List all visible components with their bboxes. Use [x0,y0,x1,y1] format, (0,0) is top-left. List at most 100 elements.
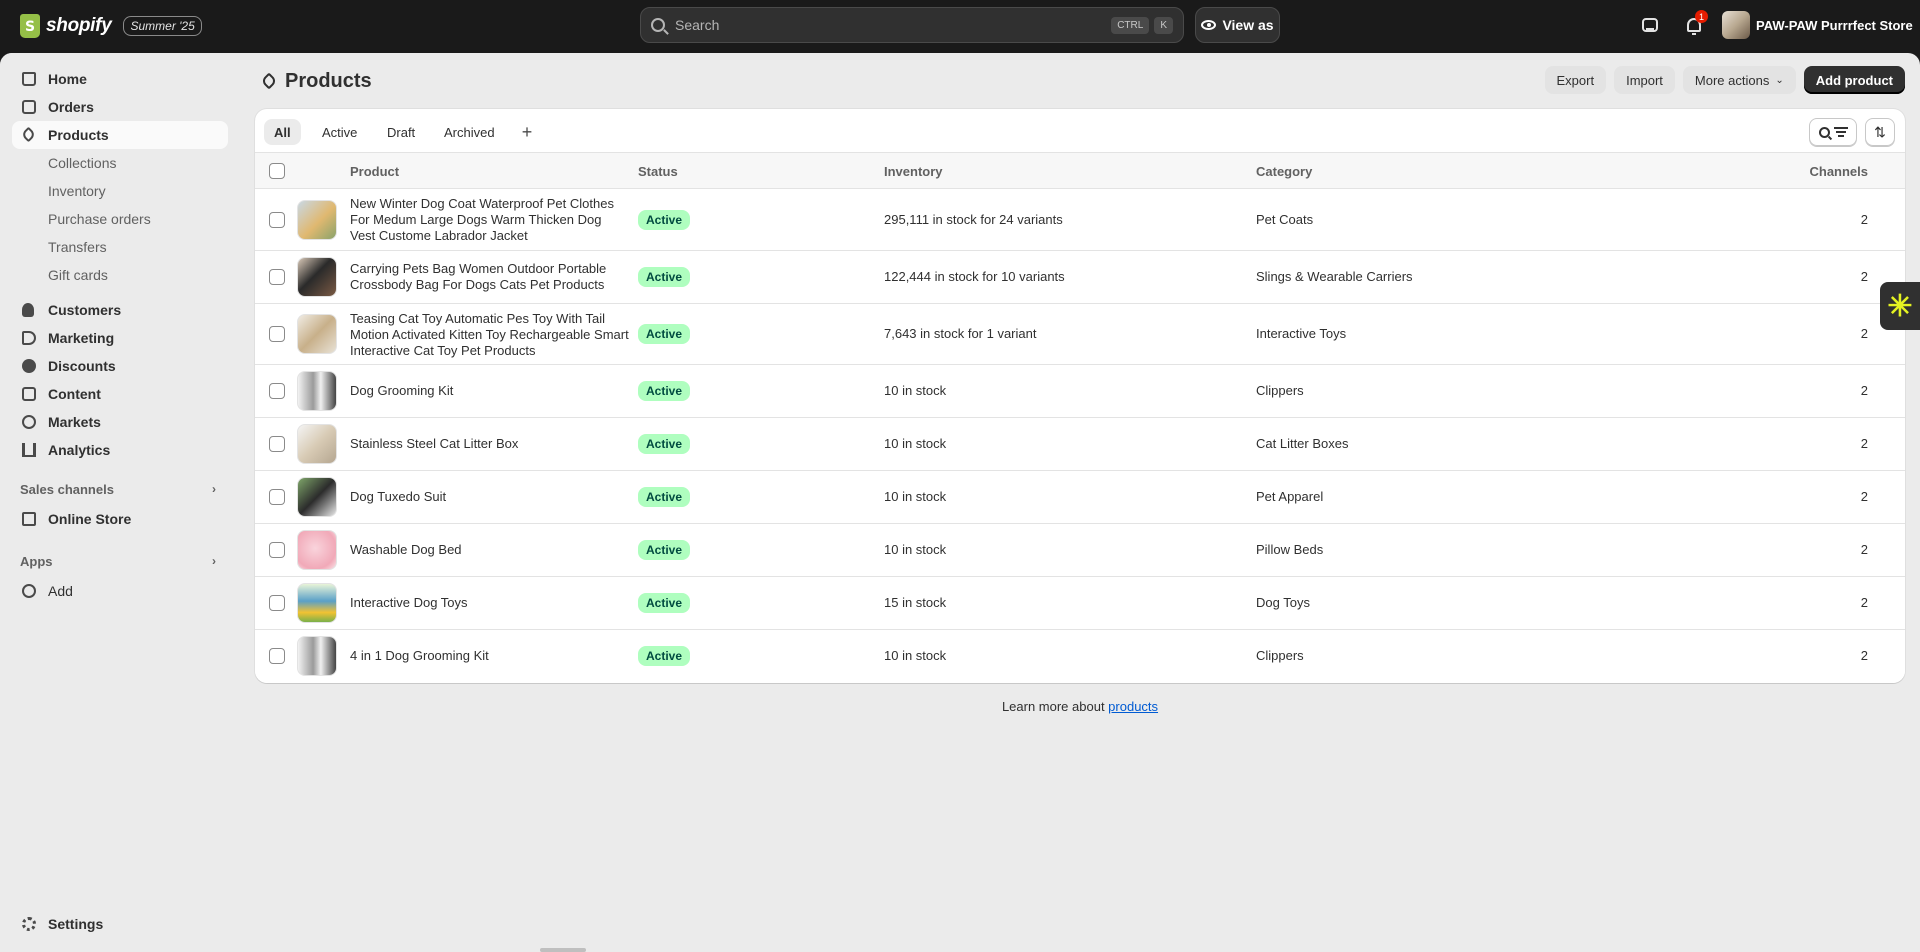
product-name[interactable]: Interactive Dog Toys [350,595,630,611]
column-header-inventory[interactable]: Inventory [884,164,943,179]
view-as-button[interactable]: View as [1195,7,1280,43]
row-checkbox[interactable] [269,489,285,505]
category-text: Pet Coats [1256,212,1314,227]
sidebar-item-label: Products [48,127,109,143]
row-checkbox[interactable] [269,436,285,452]
sidebar-item-analytics[interactable]: Analytics [12,436,228,464]
inventory-text: 10 in stock [884,383,947,398]
sidebar-item-gift-cards[interactable]: Gift cards [12,261,228,289]
search-icon [651,18,665,32]
products-help-link[interactable]: products [1108,699,1158,714]
sidebar-item-customers[interactable]: Customers [12,296,228,324]
section-label: Apps [20,554,53,569]
sort-button[interactable]: ⇅ [1865,118,1895,146]
table-row[interactable]: Interactive Dog Toys Active 15 in stock … [255,577,1905,630]
sidebar-item-transfers[interactable]: Transfers [12,233,228,261]
sidebar-item-label: Analytics [48,442,111,458]
sidebar-item-marketing[interactable]: Marketing [12,324,228,352]
more-actions-button[interactable]: More actions ⌄ [1682,66,1796,94]
sidebar-item-inventory[interactable]: Inventory [12,177,228,205]
table-row[interactable]: Washable Dog Bed Active 10 in stock Pill… [255,524,1905,577]
row-checkbox[interactable] [269,542,285,558]
sidebar-item-content[interactable]: Content [12,380,228,408]
column-header-product[interactable]: Product [350,164,399,179]
product-thumbnail [297,371,337,411]
sidebar-item-markets[interactable]: Markets [12,408,228,436]
table-row[interactable]: Dog Grooming Kit Active 10 in stock Clip… [255,365,1905,418]
export-button[interactable]: Export [1544,66,1607,94]
orders-icon [22,100,36,114]
sidebar-item-products[interactable]: Products [12,121,228,149]
sidebar-item-home[interactable]: Home [12,65,228,93]
search-filter-button[interactable] [1809,118,1857,146]
shortcut-key-ctrl: CTRL [1111,16,1150,34]
sidebar-item-settings[interactable]: Settings [12,910,228,938]
sidebar-item-discounts[interactable]: Discounts [12,352,228,380]
tab-archived[interactable]: Archived [434,119,505,145]
sales-channels-section[interactable]: Sales channels › [20,482,216,497]
scroll-indicator [540,948,586,952]
search-input[interactable] [675,17,1107,33]
product-name[interactable]: Teasing Cat Toy Automatic Pes Toy With T… [350,311,630,359]
products-card: All Active Draft Archived + ⇅ Product St… [255,109,1905,683]
apps-section[interactable]: Apps › [20,554,216,569]
search-bar[interactable]: CTRL K [640,7,1184,43]
product-name[interactable]: Carrying Pets Bag Women Outdoor Portable… [350,261,630,293]
sidebar-item-purchase-orders[interactable]: Purchase orders [12,205,228,233]
column-header-category[interactable]: Category [1256,164,1312,179]
row-checkbox[interactable] [269,648,285,664]
table-row[interactable]: New Winter Dog Coat Waterproof Pet Cloth… [255,189,1905,251]
assistant-widget[interactable]: ✳ [1880,282,1920,330]
chevron-right-icon: › [212,554,216,568]
store-menu[interactable]: PAW-PAW Purrrfect Store [1722,11,1913,39]
sidebar-item-label: Add [48,583,73,599]
row-checkbox[interactable] [269,212,285,228]
column-header-status[interactable]: Status [638,164,678,179]
sparkle-icon: ✳ [1887,289,1913,323]
category-text: Pillow Beds [1256,542,1324,557]
table-row[interactable]: Teasing Cat Toy Automatic Pes Toy With T… [255,304,1905,365]
category-text: Slings & Wearable Carriers [1256,269,1413,284]
table-row[interactable]: 4 in 1 Dog Grooming Kit Active 10 in sto… [255,630,1905,683]
analytics-icon [22,443,36,457]
sidebar-item-orders[interactable]: Orders [12,93,228,121]
shopify-logo[interactable]: shopify Summer '25 [20,14,202,38]
product-name[interactable]: Stainless Steel Cat Litter Box [350,436,630,452]
table-row[interactable]: Stainless Steel Cat Litter Box Active 10… [255,418,1905,471]
channels-count: 2 [1860,542,1868,557]
tab-all[interactable]: All [264,119,301,145]
sidebar-item-label: Discounts [48,358,116,374]
sidebar-item-label: Content [48,386,101,402]
table-row[interactable]: Carrying Pets Bag Women Outdoor Portable… [255,251,1905,304]
tab-draft[interactable]: Draft [377,119,425,145]
row-checkbox[interactable] [269,383,285,399]
sidebar-item-online-store[interactable]: Online Store [12,505,228,533]
sidebar-item-collections[interactable]: Collections [12,149,228,177]
status-badge: Active [638,487,691,507]
inbox-button[interactable] [1639,14,1661,36]
notifications-button[interactable]: 1 [1683,10,1708,36]
product-name[interactable]: Dog Tuxedo Suit [350,489,630,505]
product-name[interactable]: Dog Grooming Kit [350,383,630,399]
select-all-checkbox[interactable] [269,163,285,179]
table-row[interactable]: Dog Tuxedo Suit Active 10 in stock Pet A… [255,471,1905,524]
product-name[interactable]: New Winter Dog Coat Waterproof Pet Cloth… [350,196,630,244]
column-header-channels[interactable]: Channels [1809,164,1868,179]
product-thumbnail [297,424,337,464]
sidebar-item-add-app[interactable]: Add [12,577,228,605]
add-view-button[interactable]: + [514,119,540,145]
content-icon [22,387,36,401]
row-checkbox[interactable] [269,326,285,342]
import-button[interactable]: Import [1614,66,1675,94]
row-checkbox[interactable] [269,269,285,285]
discount-icon [22,359,36,373]
add-product-button[interactable]: Add product [1803,66,1905,94]
status-badge: Active [638,210,691,230]
edition-badge[interactable]: Summer '25 [123,16,202,36]
status-badge: Active [638,646,691,666]
product-name[interactable]: Washable Dog Bed [350,542,630,558]
category-text: Clippers [1256,383,1304,398]
tab-active[interactable]: Active [312,119,367,145]
row-checkbox[interactable] [269,595,285,611]
product-name[interactable]: 4 in 1 Dog Grooming Kit [350,648,630,664]
